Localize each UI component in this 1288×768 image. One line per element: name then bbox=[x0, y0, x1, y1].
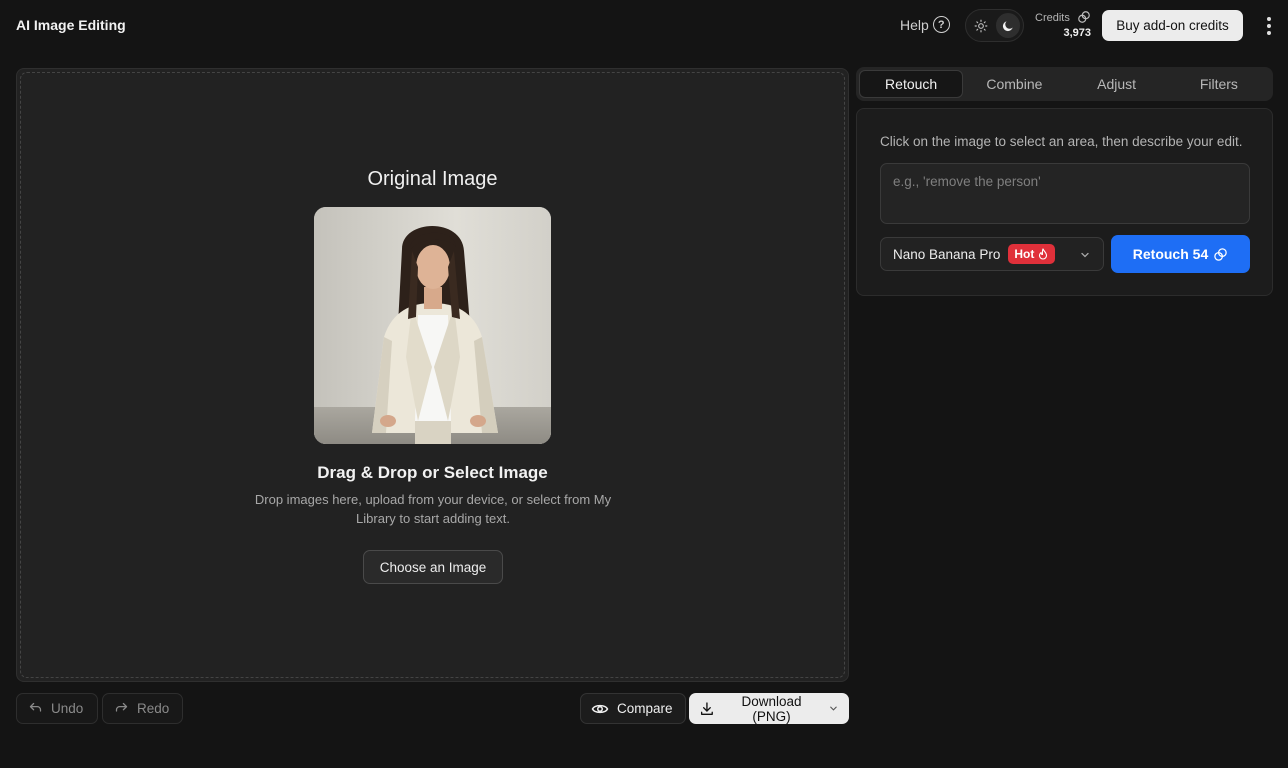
download-icon bbox=[700, 701, 713, 715]
redo-button[interactable]: Redo bbox=[102, 693, 183, 724]
question-circle-icon: ? bbox=[932, 16, 950, 33]
drop-zone-subtitle: Drop images here, upload from your devic… bbox=[254, 492, 612, 526]
theme-light-button[interactable] bbox=[969, 13, 994, 38]
choose-image-button[interactable]: Choose an Image bbox=[363, 550, 503, 584]
tab-filters[interactable]: Filters bbox=[1168, 70, 1270, 98]
chevron-down-icon bbox=[1081, 252, 1089, 258]
coins-icon bbox=[1078, 11, 1090, 23]
original-image-title: Original Image bbox=[367, 168, 498, 190]
theme-toggle[interactable] bbox=[965, 9, 1024, 42]
tab-adjust[interactable]: Adjust bbox=[1066, 70, 1168, 98]
app-title: AI Image Editing bbox=[16, 17, 126, 33]
tab-retouch[interactable]: Retouch bbox=[859, 70, 964, 98]
flame-icon bbox=[1039, 248, 1048, 260]
retouch-label: Retouch 54 bbox=[1132, 246, 1209, 262]
drop-zone-title: Drag & Drop or Select Image bbox=[317, 463, 548, 482]
redo-icon bbox=[115, 702, 128, 712]
chevron-down-icon[interactable] bbox=[828, 703, 839, 714]
edit-prompt-input[interactable] bbox=[880, 163, 1250, 224]
download-label: Download (PNG) bbox=[741, 693, 802, 724]
theme-dark-button[interactable] bbox=[995, 13, 1020, 38]
download-button[interactable]: Download (PNG) bbox=[689, 693, 849, 724]
undo-button[interactable]: Undo bbox=[16, 693, 98, 724]
portrait-image bbox=[314, 207, 551, 444]
tab-combine[interactable]: Combine bbox=[963, 70, 1065, 98]
compare-button[interactable]: Compare bbox=[580, 693, 686, 724]
credits-display: Credits 3,973 bbox=[1035, 10, 1093, 42]
retouch-panel: Click on the image to select an area, th… bbox=[856, 108, 1273, 296]
retouch-button[interactable]: Retouch 54 bbox=[1111, 235, 1250, 273]
help-label: Help bbox=[900, 16, 929, 33]
hot-badge-label: Hot bbox=[1014, 247, 1035, 261]
edit-mode-tabs: Retouch Combine Adjust Filters bbox=[856, 67, 1273, 101]
model-select[interactable]: Nano Banana Pro Hot bbox=[880, 237, 1104, 271]
credits-value: 3,973 bbox=[1063, 27, 1091, 39]
eye-icon bbox=[591, 704, 609, 713]
original-image-preview[interactable] bbox=[314, 207, 551, 444]
coins-icon bbox=[1214, 247, 1227, 261]
image-drop-zone[interactable]: Original Image Drag & Drop or Select Ima… bbox=[16, 68, 849, 682]
more-options-icon[interactable] bbox=[1260, 14, 1278, 38]
compare-label: Compare bbox=[617, 701, 673, 716]
retouch-hint: Click on the image to select an area, th… bbox=[880, 134, 1243, 149]
header: AI Image Editing Help ? Credits 3,973 Bu… bbox=[0, 0, 1288, 52]
undo-label: Undo bbox=[51, 701, 84, 716]
moon-icon bbox=[1002, 20, 1013, 31]
app-root: AI Image Editing Help ? Credits 3,973 Bu… bbox=[0, 0, 1288, 768]
model-name: Nano Banana Pro bbox=[893, 246, 1001, 262]
help-link[interactable]: Help ? bbox=[900, 16, 950, 33]
redo-label: Redo bbox=[137, 701, 170, 716]
hot-badge: Hot bbox=[1008, 244, 1056, 264]
buy-credits-button[interactable]: Buy add-on credits bbox=[1102, 10, 1243, 41]
undo-icon bbox=[29, 702, 42, 712]
sun-icon bbox=[974, 19, 988, 32]
credits-label: Credits bbox=[1035, 12, 1070, 24]
